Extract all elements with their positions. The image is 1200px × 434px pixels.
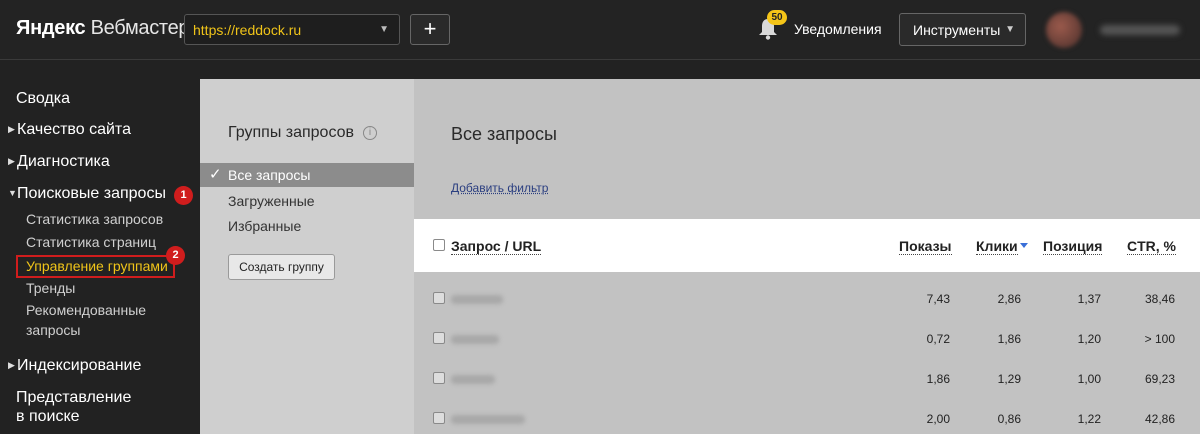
check-icon: ✓ <box>209 166 222 183</box>
annotation-marker-1: 1 <box>174 186 193 205</box>
query-groups-panel: Группы запросов i ✓ Все запросы Загружен… <box>200 79 414 434</box>
group-item-uploaded[interactable]: Загруженные <box>200 189 414 213</box>
sidebar-item-search-queries[interactable]: ▼Поисковые запросы <box>8 185 166 203</box>
chevron-down-icon: ▼ <box>1005 24 1015 35</box>
cell-clicks: 1,29 <box>997 372 1021 386</box>
table-row[interactable]: 1,86 1,29 1,00 69,23 <box>414 362 1200 402</box>
sort-desc-icon <box>1020 243 1028 248</box>
column-shows[interactable]: Показы <box>899 238 952 255</box>
cell-position: 1,00 <box>1077 372 1101 386</box>
logo-product: Вебмастер <box>90 17 190 39</box>
sidebar-item-indexing[interactable]: ▶ Индексирование <box>8 357 141 375</box>
cell-position: 1,20 <box>1077 332 1101 346</box>
column-position[interactable]: Позиция <box>1043 238 1103 255</box>
sidebar: Сводка ▶ Качество сайта ▶ Диагностика ▼Пои… <box>0 61 200 434</box>
cell-clicks: 2,86 <box>997 292 1021 306</box>
sidebar-subitem-group-management[interactable]: Управление группами <box>26 258 168 274</box>
sidebar-item-label: Диагностика <box>17 153 110 170</box>
cell-shows: 7,43 <box>926 292 950 306</box>
column-ctr[interactable]: CTR, % <box>1127 238 1176 255</box>
sidebar-item-label: Качество сайта <box>17 121 131 138</box>
group-item-label: Избранные <box>228 218 302 234</box>
caret-right-icon: ▶ <box>8 124 15 134</box>
groups-title: Группы запросов <box>228 124 355 141</box>
add-site-button[interactable]: + <box>410 14 450 45</box>
cell-position: 1,37 <box>1077 292 1101 306</box>
cell-shows: 2,00 <box>926 412 950 426</box>
sidebar-subitem-trends[interactable]: Тренды <box>26 280 75 296</box>
sidebar-subitem-recommended[interactable]: Рекомендованные <box>26 302 146 318</box>
cell-clicks: 1,86 <box>997 332 1021 346</box>
cell-ctr: 69,23 <box>1144 372 1175 386</box>
sidebar-item-presentation[interactable]: Представление <box>16 389 131 407</box>
row-checkbox[interactable] <box>433 332 445 344</box>
sidebar-subitem-recommended-line2[interactable]: запросы <box>26 322 80 338</box>
sidebar-item-label: Индексирование <box>17 357 142 374</box>
main-content: Все запросы Добавить фильтр Запрос / URL… <box>414 79 1200 434</box>
notifications-badge: 50 <box>767 10 787 25</box>
query-text-blurred[interactable] <box>451 375 495 384</box>
sidebar-subitem-page-stats[interactable]: Статистика страниц <box>26 234 156 250</box>
info-icon[interactable]: i <box>363 126 377 140</box>
user-name-blurred[interactable] <box>1100 25 1180 35</box>
sidebar-item-label: Поисковые запросы <box>17 185 166 202</box>
notifications-link[interactable]: Уведомления <box>794 21 882 37</box>
sidebar-item-quality[interactable]: ▶ Качество сайта <box>8 121 131 139</box>
sidebar-subitem-label: Рекомендованные <box>26 302 147 318</box>
table-row[interactable]: 2,00 0,86 1,22 42,86 <box>414 402 1200 434</box>
column-clicks[interactable]: Клики <box>976 238 1018 255</box>
row-checkbox[interactable] <box>433 412 445 424</box>
cell-position: 1,22 <box>1077 412 1101 426</box>
cell-ctr: > 100 <box>1144 332 1175 346</box>
group-item-all[interactable]: ✓ Все запросы <box>200 163 414 187</box>
cell-shows: 0,72 <box>926 332 950 346</box>
caret-right-icon: ▶ <box>8 156 15 166</box>
annotation-marker-2: 2 <box>166 246 185 265</box>
chevron-down-icon: ▼ <box>379 24 389 35</box>
top-bar: Яндекс Вебмастер https://reddock.ru ▼ + … <box>0 0 1200 60</box>
tools-dropdown[interactable]: Инструменты ▼ <box>899 13 1026 46</box>
cell-shows: 1,86 <box>926 372 950 386</box>
cell-ctr: 42,86 <box>1144 412 1175 426</box>
tools-label: Инструменты <box>913 22 1001 38</box>
sidebar-item-label: Представление <box>16 389 132 406</box>
sidebar-item-summary[interactable]: Сводка <box>16 90 70 108</box>
create-group-button[interactable]: Создать группу <box>228 254 335 280</box>
table-header: Запрос / URL Показы Клики Позиция CTR, % <box>414 219 1200 272</box>
table-row[interactable]: 0,72 1,86 1,20 > 100 <box>414 322 1200 362</box>
avatar[interactable] <box>1046 12 1082 48</box>
query-text-blurred[interactable] <box>451 415 525 424</box>
group-item-label: Загруженные <box>228 193 315 209</box>
logo[interactable]: Яндекс Вебмастер <box>16 17 190 40</box>
group-item-label: Все запросы <box>228 167 311 183</box>
caret-down-icon: ▼ <box>8 188 17 198</box>
sidebar-subitem-query-stats[interactable]: Статистика запросов <box>26 211 163 227</box>
table-row[interactable]: 7,43 2,86 1,37 38,46 <box>414 282 1200 322</box>
sidebar-item-presentation-line2[interactable]: в поиске <box>16 408 80 426</box>
row-checkbox[interactable] <box>433 292 445 304</box>
query-text-blurred[interactable] <box>451 295 503 304</box>
site-select[interactable]: https://reddock.ru ▼ <box>184 14 400 45</box>
query-text-blurred[interactable] <box>451 335 499 344</box>
add-filter-link[interactable]: Добавить фильтр <box>451 181 548 195</box>
page-title: Все запросы <box>451 124 557 144</box>
column-query[interactable]: Запрос / URL <box>451 238 542 255</box>
site-select-value: https://reddock.ru <box>193 22 302 38</box>
group-item-favorites[interactable]: Избранные <box>200 214 414 238</box>
sidebar-item-label: Сводка <box>16 90 71 107</box>
row-checkbox[interactable] <box>433 372 445 384</box>
sidebar-item-diagnostics[interactable]: ▶ Диагностика <box>8 153 110 171</box>
caret-right-icon: ▶ <box>8 360 15 370</box>
cell-clicks: 0,86 <box>997 412 1021 426</box>
cell-ctr: 38,46 <box>1144 292 1175 306</box>
logo-brand: Яндекс <box>16 17 86 39</box>
select-all-checkbox[interactable] <box>433 239 445 251</box>
